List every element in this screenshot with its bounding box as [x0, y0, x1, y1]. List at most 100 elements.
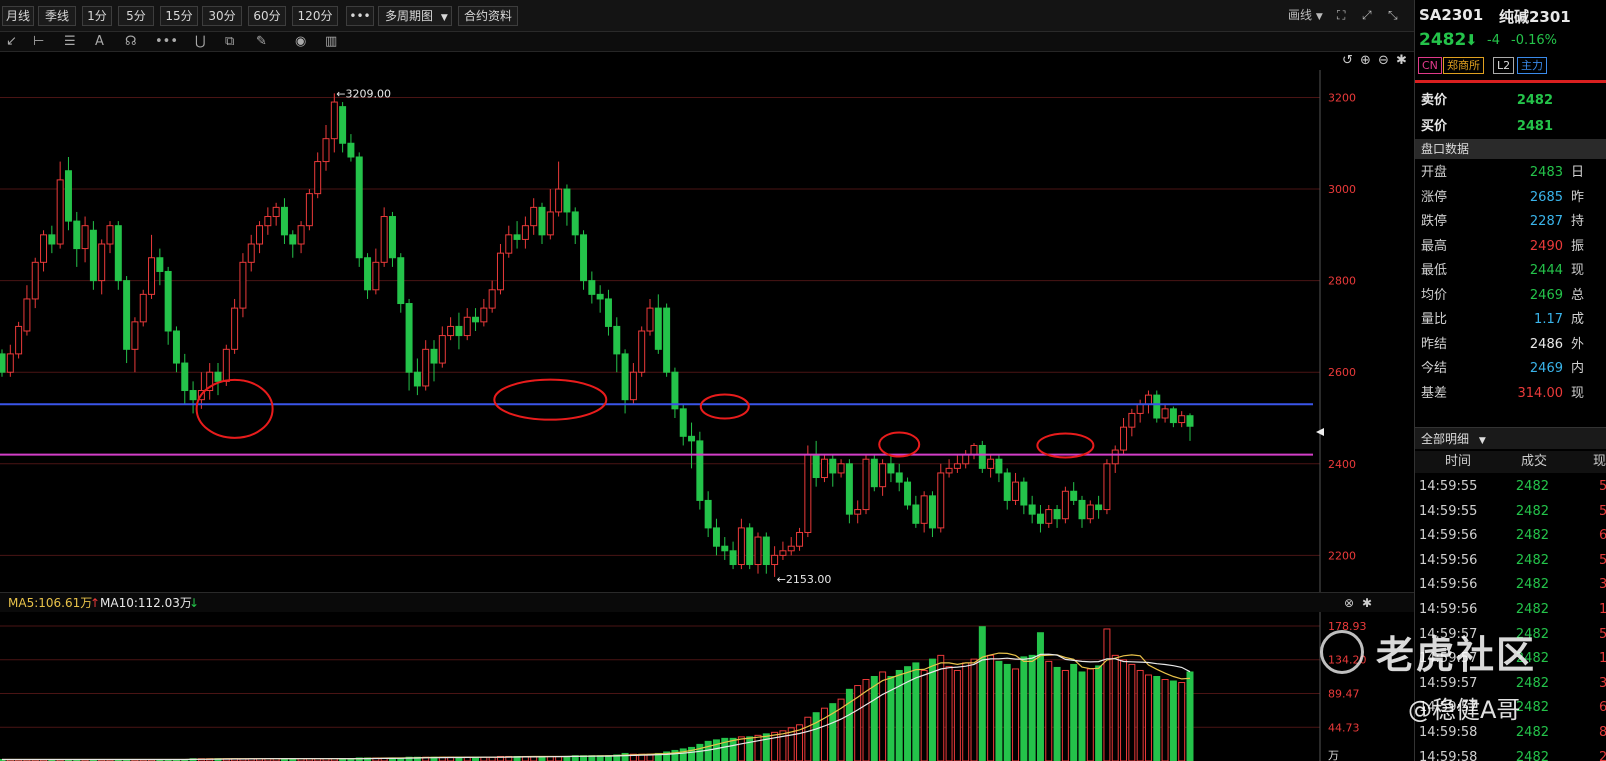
- candle-body: [804, 454, 812, 533]
- candle-body: [496, 252, 504, 291]
- candle-body: [272, 206, 280, 218]
- candle-body: [746, 527, 754, 566]
- candle-body: [812, 454, 820, 479]
- period-button-5min[interactable]: 5分: [118, 6, 154, 26]
- tick-volume: 6: [1599, 695, 1606, 720]
- candlestick-chart[interactable]: 3200 3000 2800 2600 2400 2200 ←3209.00 ←2153.…: [0, 70, 1414, 592]
- detail-tab[interactable]: 全部明细 ▼: [1415, 427, 1606, 449]
- contract-info-button[interactable]: 合约资料: [458, 6, 518, 26]
- candle-body: [472, 316, 480, 323]
- tick-row: 14:59:56 2482 3: [1415, 572, 1606, 597]
- indicator-settings-icon[interactable]: ✱: [1362, 595, 1372, 611]
- tick-volume: 3: [1599, 572, 1606, 597]
- tick-time: 14:59:58: [1419, 749, 1478, 761]
- zoom-in-icon[interactable]: ⊕: [1360, 52, 1371, 70]
- fibonacci-icon[interactable]: ☰: [64, 34, 76, 50]
- pencil-icon[interactable]: ✎: [256, 34, 267, 50]
- candle-body: [40, 234, 48, 263]
- tick-price: 2482: [1515, 528, 1549, 544]
- candle-body: [31, 261, 39, 300]
- market-data-label: 均价: [1421, 287, 1448, 303]
- crosshair-icon[interactable]: ⛶: [1337, 7, 1345, 23]
- candle-body: [945, 467, 953, 474]
- tick-price: 2482: [1515, 503, 1549, 519]
- volume-bar: [812, 712, 820, 761]
- sell-price-value: 2482: [1516, 93, 1553, 108]
- volume-bar: [1103, 628, 1111, 761]
- candle-body: [987, 458, 995, 469]
- cursor-icon[interactable]: ↙: [6, 34, 17, 50]
- candle-body: [364, 257, 372, 291]
- more-tools-icon[interactable]: •••: [155, 34, 178, 50]
- candle-body: [81, 225, 89, 250]
- candle-body: [347, 142, 355, 158]
- period-button-monthly[interactable]: 月线: [2, 6, 34, 26]
- candle-body: [372, 261, 380, 291]
- period-button-120min[interactable]: 120分: [292, 6, 338, 26]
- draw-line-label: 画线: [1288, 8, 1313, 22]
- period-button-1min[interactable]: 1分: [82, 6, 112, 26]
- candle-body: [1120, 426, 1128, 451]
- market-data-label-2: 内: [1571, 361, 1585, 376]
- market-data-label-2: 现: [1571, 263, 1585, 278]
- volume-chart[interactable]: 178.93 134.20 89.47 44.73 万: [0, 612, 1414, 761]
- brush-icon[interactable]: ☊: [125, 34, 137, 50]
- period-button-quarterly[interactable]: 季线: [38, 6, 76, 26]
- volume-svg: 178.93 134.20 89.47 44.73 万: [0, 612, 1367, 761]
- volume-bar: [1045, 660, 1053, 761]
- collapse-icon[interactable]: ⤡: [1388, 7, 1398, 23]
- volume-bar: [970, 658, 978, 761]
- text-tool-icon[interactable]: A: [95, 34, 104, 50]
- candle-body: [430, 348, 438, 364]
- candle-body: [638, 330, 646, 373]
- settings-gear-icon[interactable]: ✱: [1396, 52, 1407, 70]
- candle-body: [737, 527, 745, 566]
- volume-bar: [870, 675, 878, 761]
- market-data-row: 量比 1.17 成: [1415, 307, 1606, 332]
- tick-price: 2482: [1515, 479, 1549, 494]
- candle-body: [405, 303, 413, 373]
- zoom-out-icon[interactable]: ⊖: [1378, 52, 1389, 70]
- tick-price: 2482: [1515, 577, 1549, 593]
- candle-body: [98, 243, 106, 282]
- price-axis-tick: 2600: [1328, 366, 1356, 379]
- volume-bar: [987, 654, 995, 761]
- trash-icon[interactable]: ▥: [325, 34, 337, 50]
- candlestick-svg: 3200 3000 2800 2600 2400 2200 ←3209.00 ←2153.…: [0, 70, 1356, 592]
- multi-period-dropdown[interactable]: 多周期图 ▼: [378, 6, 452, 26]
- down-arrow-icon: ⬇: [1465, 31, 1478, 49]
- tick-price: 2482: [1515, 651, 1549, 667]
- draw-line-dropdown[interactable]: 画线 ▼: [1288, 7, 1323, 25]
- market-data-label: 涨停: [1421, 189, 1448, 205]
- tick-price: 2482: [1515, 552, 1549, 568]
- period-button-30min[interactable]: 30分: [202, 6, 242, 26]
- market-data-label-2: 振: [1571, 238, 1585, 254]
- candle-body: [15, 325, 23, 355]
- symbol-code: SA2301: [1419, 6, 1484, 24]
- volume-bar: [879, 671, 887, 761]
- period-button-60min[interactable]: 60分: [248, 6, 286, 26]
- ma10-line: [2, 653, 1191, 761]
- copy-icon[interactable]: ⧉: [225, 34, 234, 50]
- candle-body: [646, 307, 654, 332]
- window-maximize-icon[interactable]: ⤢: [1362, 7, 1372, 23]
- volume-bar: [1128, 663, 1136, 761]
- period-button-15min[interactable]: 15分: [160, 6, 198, 26]
- reset-icon[interactable]: ↺: [1342, 52, 1353, 70]
- candle-body: [23, 298, 31, 332]
- candle-body: [596, 293, 604, 300]
- magnet-icon[interactable]: ⋃: [195, 34, 206, 50]
- tick-table-header: 时间 成交 现: [1415, 451, 1606, 473]
- section-header-order-book: 盘口数据: [1415, 139, 1606, 159]
- candle-body: [895, 472, 903, 483]
- candle-body: [289, 234, 297, 245]
- candle-body: [1169, 408, 1177, 424]
- tick-row: 14:59:57 2482 5: [1415, 622, 1606, 647]
- candle-body: [397, 257, 405, 305]
- eye-icon[interactable]: ◉: [295, 34, 306, 50]
- close-indicator-icon[interactable]: ⊗: [1344, 595, 1354, 611]
- more-periods-button[interactable]: •••: [346, 6, 374, 26]
- header-price: 成交: [1521, 454, 1548, 469]
- range-measure-icon[interactable]: ⊢: [33, 34, 44, 50]
- chevron-down-icon: ▼: [440, 13, 448, 23]
